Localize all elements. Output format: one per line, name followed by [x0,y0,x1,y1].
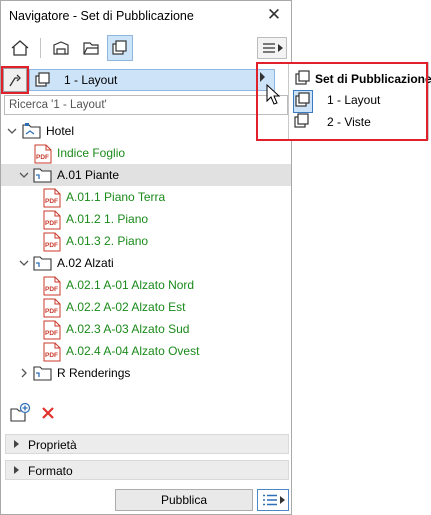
view-options-button[interactable] [257,489,289,511]
tree-item-label: A.02.4 A-04 Alzato Ovest [66,344,200,358]
delete-icon[interactable] [41,406,55,420]
tree-item-label: Hotel [46,124,75,138]
publisher-set-selector-row: 1 - Layout [1,66,291,94]
search-input[interactable] [4,95,288,115]
svg-text:PDF: PDF [45,242,58,249]
publisher-set-dropdown[interactable]: 1 - Layout [29,69,275,91]
list-view-icon [262,494,277,506]
tree-item-label: A.02.1 A-01 Alzato Nord [66,278,195,292]
tree-item-a011[interactable]: PDF A.01.1 Piano Terra [1,186,291,208]
navigator-panel: Navigatore - Set di Pubblicazione ✕ 1 - … [0,0,292,515]
tree-item-label: A.01.2 1. Piano [66,212,149,226]
toolbar-divider [40,38,41,58]
tree-folder-renderings[interactable]: R Renderings [1,362,291,384]
caret-right-icon [14,440,19,448]
tree-item-a021[interactable]: PDF A.02.1 A-01 Alzato Nord [1,274,291,296]
publisher-sets-icon [112,40,127,55]
view-map-button[interactable] [48,35,74,61]
up-button-highlight [1,66,29,94]
hamburger-menu-icon [262,43,275,53]
chevron-down-icon[interactable] [19,170,29,180]
tree-item-label: A.02 Alzati [57,256,114,270]
new-folder-icon[interactable] [9,403,31,423]
layout-book-button[interactable] [78,35,104,61]
tree-item-a013[interactable]: PDF A.01.3 2. Piano [1,230,291,252]
footer-bar: Pubblica [1,487,291,515]
pdf-icon: PDF [43,188,61,208]
properties-section[interactable]: Proprietà [5,434,289,454]
chevron-right-icon[interactable] [19,368,29,378]
tree-item-label: A.01.1 Piano Terra [66,190,166,204]
folder-icon [33,366,52,381]
tree-item-a012[interactable]: PDF A.01.2 1. Piano [1,208,291,230]
mouse-cursor-icon [266,84,281,105]
pdf-icon: PDF [43,320,61,340]
tree-item-label: A.01 Piante [57,168,120,182]
folder-icon [33,256,52,271]
tree-item-label: Indice Foglio [57,146,126,160]
svg-text:PDF: PDF [45,352,58,359]
format-section[interactable]: Formato [5,460,289,480]
svg-text:PDF: PDF [45,308,58,315]
publisher-set-root-icon [22,123,41,139]
view-map-icon [53,41,69,55]
window-title: Navigatore - Set di Pubblicazione [9,9,194,23]
navigator-toolbar [1,31,291,63]
tree-item-index[interactable]: PDF Indice Foglio [1,142,291,164]
tree-item-label: R Renderings [57,366,131,380]
pdf-icon: PDF [34,144,52,164]
tree-root-hotel[interactable]: Hotel [1,120,291,142]
caret-right-icon [14,466,19,474]
publisher-sets-button[interactable] [107,35,133,61]
pdf-icon: PDF [43,298,61,318]
publisher-set-label: 1 - Layout [64,73,118,87]
chevron-right-icon [279,496,285,504]
chevron-right-icon [277,44,283,52]
tree-item-a022[interactable]: PDF A.02.2 A-02 Alzato Est [1,296,291,318]
pdf-icon: PDF [43,276,61,296]
tree-folder-a01[interactable]: A.01 Piante [1,164,291,186]
options-menu-button[interactable] [257,37,287,59]
svg-text:PDF: PDF [45,330,58,337]
tree-item-label: A.02.3 A-03 Alzato Sud [66,322,190,336]
section-label: Formato [28,464,73,478]
tree-actions-bar [1,399,291,429]
project-map-button[interactable] [7,35,33,61]
publish-button[interactable]: Pubblica [115,489,253,511]
house-icon [11,40,29,56]
chevron-down-icon[interactable] [7,126,17,136]
pdf-icon: PDF [43,210,61,230]
tree-item-label: A.02.2 A-02 Alzato Est [66,300,186,314]
svg-text:PDF: PDF [45,286,58,293]
svg-text:PDF: PDF [45,220,58,227]
close-icon[interactable]: ✕ [264,5,284,25]
layout-book-icon [83,42,99,55]
section-label: Proprietà [28,438,77,452]
svg-text:PDF: PDF [36,154,49,161]
tree-item-a023[interactable]: PDF A.02.3 A-03 Alzato Sud [1,318,291,340]
pdf-icon: PDF [43,342,61,362]
publisher-set-icon [34,72,52,91]
tree-item-a024[interactable]: PDF A.02.4 A-04 Alzato Ovest [1,340,291,362]
svg-text:PDF: PDF [45,198,58,205]
tree-item-label: A.01.3 2. Piano [66,234,149,248]
chevron-down-icon[interactable] [19,258,29,268]
pdf-icon: PDF [43,232,61,252]
title-bar: Navigatore - Set di Pubblicazione ✕ [1,1,291,31]
tree-folder-a02[interactable]: A.02 Alzati [1,252,291,274]
folder-icon [33,168,52,183]
